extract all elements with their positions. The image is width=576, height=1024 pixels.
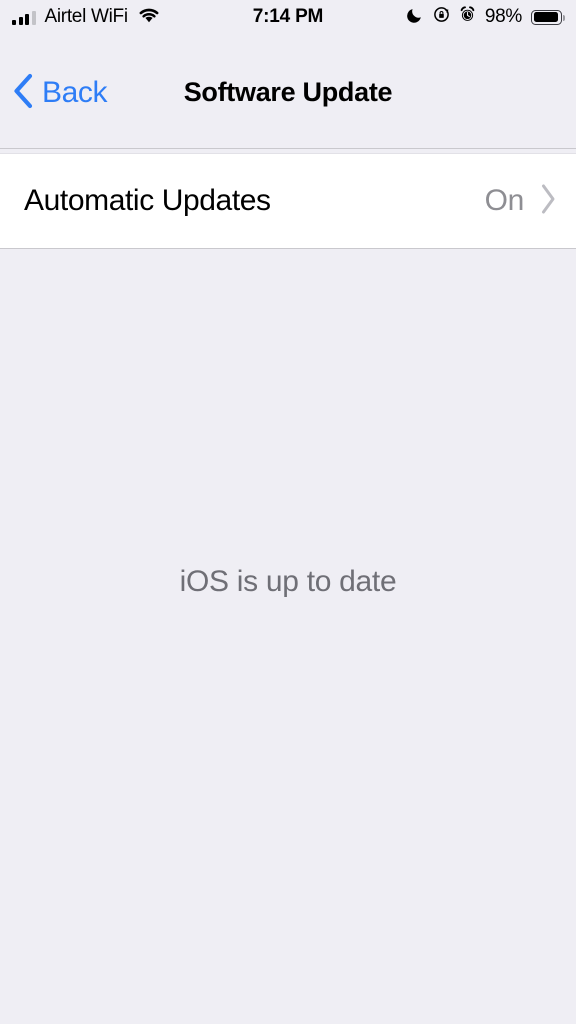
automatic-updates-label: Automatic Updates bbox=[24, 184, 271, 217]
status-bar-left-group: Airtel WiFi bbox=[12, 6, 161, 29]
chevron-right-icon bbox=[538, 182, 558, 221]
carrier-label: Airtel WiFi bbox=[44, 6, 129, 27]
status-bar-right-group: 98% bbox=[407, 0, 565, 34]
update-status-message: iOS is up to date bbox=[179, 564, 397, 598]
update-status-area: iOS is up to date bbox=[0, 249, 576, 1024]
rotation-lock-icon bbox=[433, 6, 450, 28]
ios-software-update-screen: Airtel WiFi 7:14 PM 98% Back Software Up… bbox=[0, 0, 576, 1024]
automatic-updates-value: On bbox=[484, 184, 525, 217]
status-bar-clock: 7:14 PM bbox=[252, 6, 324, 27]
battery-icon bbox=[531, 9, 565, 25]
page-title: Software Update bbox=[183, 77, 393, 107]
battery-percent-label: 98% bbox=[484, 6, 522, 27]
wifi-icon bbox=[137, 6, 161, 29]
automatic-updates-row[interactable]: Automatic Updates On bbox=[0, 153, 576, 249]
main-content: Automatic Updates On iOS is up to date bbox=[0, 149, 576, 1024]
navigation-bar: Back Software Update bbox=[0, 34, 576, 149]
status-bar: Airtel WiFi 7:14 PM 98% bbox=[0, 0, 576, 34]
moon-icon bbox=[407, 6, 424, 28]
alarm-clock-icon bbox=[459, 6, 476, 28]
cellular-signal-icon bbox=[12, 10, 36, 25]
